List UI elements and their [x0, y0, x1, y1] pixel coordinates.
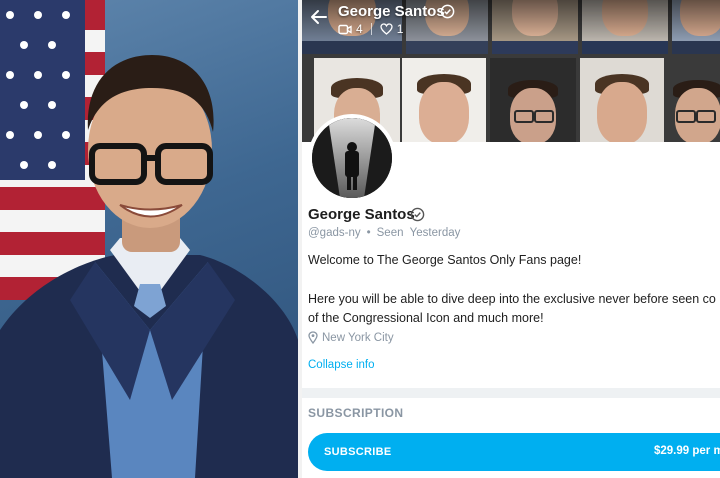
last-seen: Seen Yesterday: [376, 227, 461, 239]
subscription-heading: SUBSCRIPTION: [308, 406, 404, 420]
bio-line: Welcome to The George Santos Only Fans p…: [308, 253, 582, 267]
profile-name: George Santos: [308, 206, 415, 223]
portrait-photo: [0, 0, 298, 478]
video-icon: [338, 24, 352, 34]
profile-screenshot: George Santos 4 1 George Santos @gads-ny…: [302, 0, 720, 478]
heart-icon: [380, 23, 393, 35]
cover-stats: 4 1: [338, 22, 403, 36]
cover-title: George Santos: [338, 3, 445, 20]
avatar-image: [312, 118, 392, 198]
posts-count: 4: [356, 22, 363, 36]
back-arrow-icon[interactable]: [310, 8, 328, 26]
collapse-info-link[interactable]: Collapse info: [308, 359, 374, 371]
location: New York City: [308, 331, 394, 344]
bio-line: Here you will be able to dive deep into …: [308, 292, 716, 306]
location-pin-icon: [308, 331, 318, 344]
likes-count: 1: [396, 22, 404, 36]
portrait-illustration: [0, 0, 298, 478]
handle-row: @gads-ny • Seen Yesterday: [308, 227, 460, 239]
location-text: New York City: [322, 331, 394, 344]
stats-divider: [370, 23, 372, 35]
subscribe-label: SUBSCRIBE: [324, 446, 392, 458]
avatar[interactable]: [308, 114, 396, 202]
bio-line: of the Congressional Icon and much more!: [308, 311, 544, 325]
subscribe-button[interactable]: SUBSCRIBE $29.99 per m: [308, 433, 720, 471]
profile-handle: @gads-ny: [308, 227, 361, 239]
verified-icon: [410, 207, 425, 222]
section-divider: [302, 388, 720, 398]
subscription-price: $29.99 per m: [654, 445, 720, 457]
separator: •: [366, 227, 371, 239]
verified-icon: [440, 4, 455, 19]
